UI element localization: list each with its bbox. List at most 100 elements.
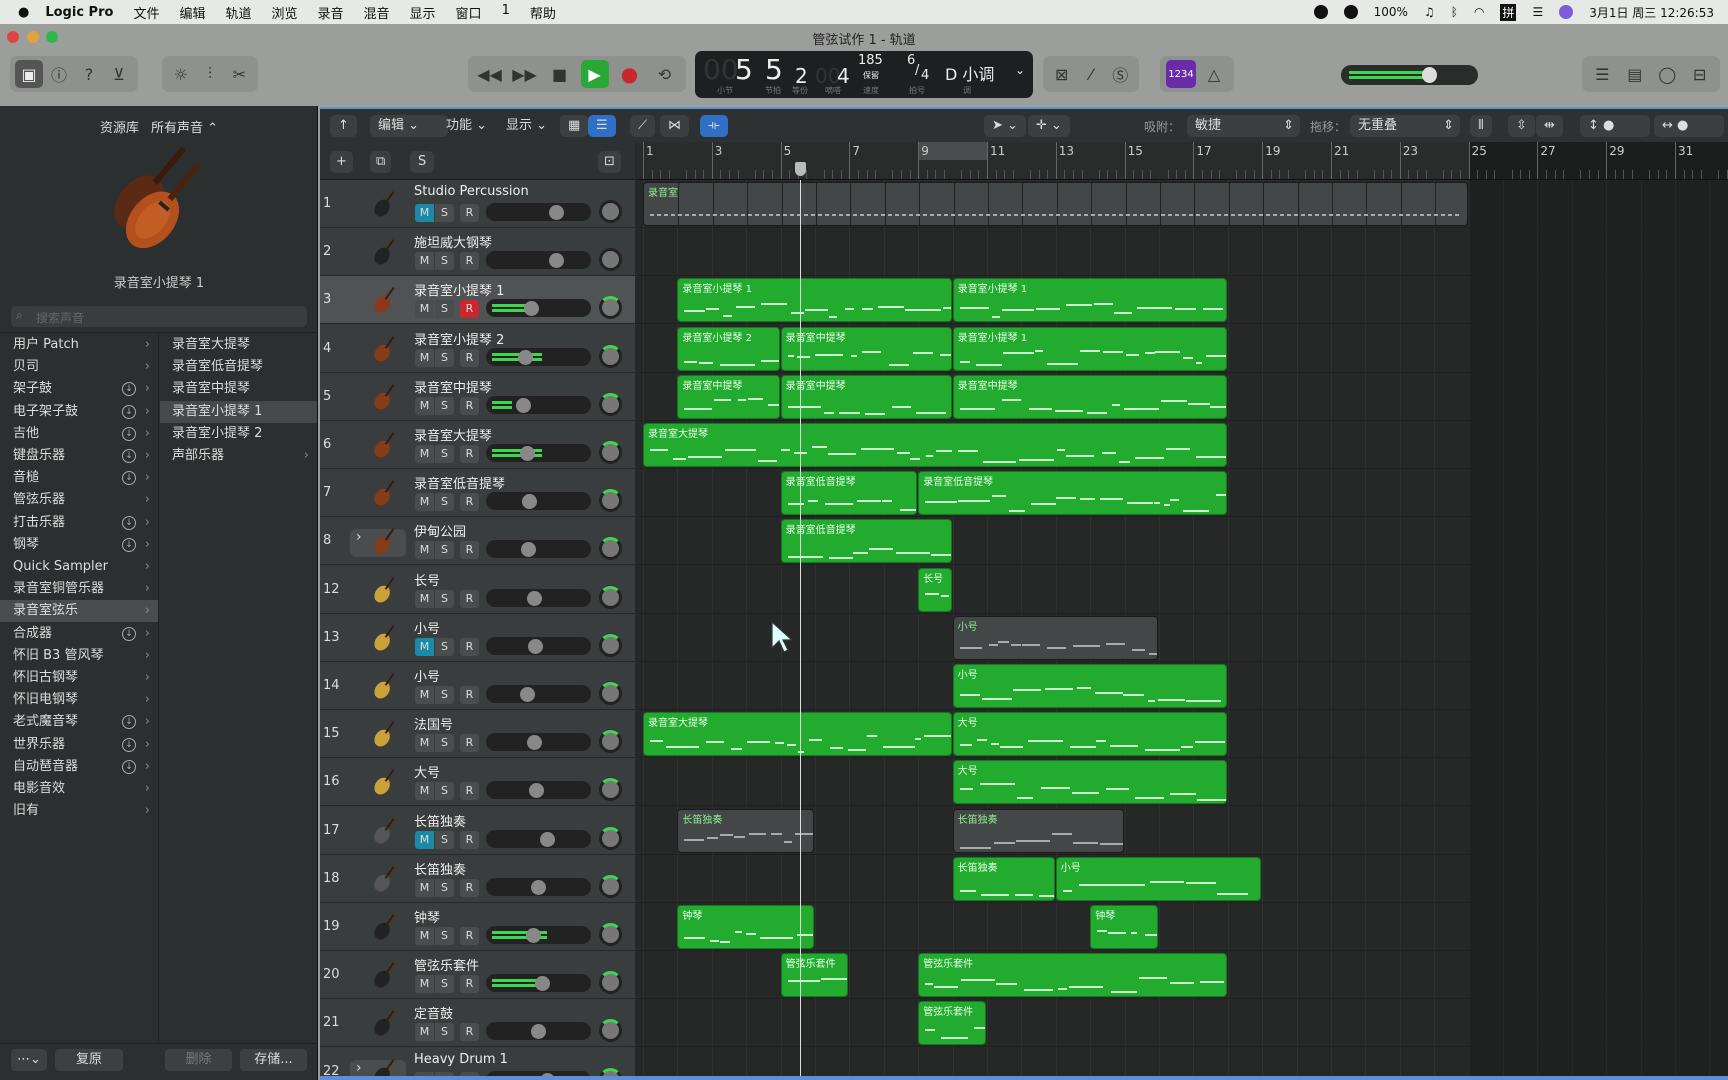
volume-fader-knob[interactable] — [549, 205, 564, 220]
master-volume-slider[interactable] — [1341, 65, 1478, 85]
pan-knob[interactable] — [599, 585, 622, 609]
solo-button[interactable]: S — [435, 445, 454, 463]
pan-knob[interactable] — [599, 1019, 622, 1043]
solo-button[interactable]: S — [435, 878, 454, 897]
pan-knob[interactable] — [599, 923, 622, 946]
solo-button[interactable]: S — [435, 300, 454, 319]
record-enable-button[interactable]: R — [460, 589, 479, 608]
library-category[interactable]: 管弦乐器 › — [0, 489, 158, 511]
midi-region[interactable]: 长笛独奏 — [677, 808, 814, 853]
delete-button[interactable]: 删除 — [165, 1049, 232, 1071]
quick-help-button[interactable]: ? — [75, 60, 103, 88]
midi-region[interactable]: 大号 — [952, 760, 1227, 805]
count-in-button[interactable]: 1234 — [1166, 60, 1196, 88]
wifi-icon[interactable]: ◠ — [1474, 5, 1484, 19]
control-center-icon[interactable]: ☰ — [1532, 5, 1543, 19]
editors-icon[interactable]: ✂ — [225, 60, 253, 88]
menu-item[interactable]: 帮助 — [530, 3, 556, 22]
track-header[interactable]: 3 录音室小提琴 1MSR — [320, 276, 635, 325]
volume-fader[interactable] — [486, 299, 591, 318]
pan-knob[interactable] — [599, 441, 622, 464]
mute-button[interactable]: M — [415, 204, 434, 222]
play-button[interactable]: ▶ — [580, 60, 609, 88]
menu-item[interactable]: 录音 — [318, 3, 344, 22]
track-lane[interactable] — [637, 1048, 1728, 1078]
list-view-icon[interactable]: ☰ — [588, 115, 616, 137]
horizontal-zoom-slider[interactable]: ↔ ● — [1654, 115, 1724, 137]
library-category[interactable]: 老式魔音琴 ↓ › — [0, 711, 158, 733]
vertical-zoom-slider[interactable]: ↕ ● — [1580, 115, 1650, 137]
record-enable-button[interactable]: R — [460, 975, 479, 994]
library-category[interactable]: 架子鼓 ↓ › — [0, 378, 158, 400]
tuner-icon[interactable]: ⁄ — [1077, 60, 1105, 88]
track-name[interactable]: 小号 — [414, 618, 440, 637]
mixer-icon[interactable]: ⫶ — [196, 60, 224, 88]
track-lane[interactable]: 录音室大提琴 — [637, 421, 1728, 469]
library-category[interactable]: 钢琴 ↓ › — [0, 534, 158, 556]
library-category[interactable]: 录音室铜管乐器 › — [0, 578, 158, 600]
record-enable-button[interactable]: R — [460, 782, 479, 801]
solo-button[interactable]: S — [435, 204, 454, 222]
solo-button[interactable]: S — [435, 637, 454, 656]
library-category[interactable]: 录音室弦乐 › — [0, 600, 158, 623]
midi-region[interactable]: 录音室中提琴 — [677, 374, 780, 419]
library-category[interactable]: 音槌 ↓ › — [0, 467, 158, 489]
library-category[interactable]: 用户 Patch › — [0, 334, 158, 356]
library-patch[interactable]: 声部乐器 › — [160, 445, 317, 467]
track-name[interactable]: 长笛独奏 — [414, 811, 466, 830]
record-enable-button[interactable]: R — [460, 686, 479, 704]
library-category[interactable]: 电影音效 › — [0, 778, 158, 800]
volume-fader[interactable] — [486, 877, 591, 896]
track-name[interactable]: 录音室低音提琴 — [414, 473, 505, 492]
record-enable-button[interactable]: R — [460, 637, 479, 656]
volume-fader[interactable] — [486, 1022, 591, 1041]
track-header[interactable]: 2 施坦威大钢琴 M S R — [320, 228, 635, 277]
download-icon[interactable]: ↓ — [122, 715, 136, 730]
notification-icon[interactable] — [1343, 5, 1358, 19]
volume-fader-knob[interactable] — [526, 590, 542, 606]
solo-button[interactable]: S — [435, 589, 454, 608]
library-category[interactable]: 吉他 ↓ › — [0, 423, 158, 445]
solo-button[interactable]: S — [435, 734, 454, 753]
toolbar-button[interactable]: ⊻ — [105, 60, 133, 88]
back-arrow-icon[interactable]: ↑ — [330, 115, 357, 137]
pan-knob[interactable] — [599, 344, 622, 368]
track-lane[interactable]: 管弦乐套件 — [637, 999, 1728, 1048]
lcd-chevron-down-icon[interactable]: ⌄ — [1015, 63, 1025, 77]
track-lane[interactable]: 小号 — [637, 614, 1728, 662]
search-input[interactable]: ⌕ 搜索声音 — [11, 306, 307, 327]
volume-fader[interactable] — [486, 203, 591, 221]
bluetooth-icon[interactable]: ᛒ — [1451, 5, 1458, 19]
track-lane[interactable]: 录音室 — [637, 180, 1728, 228]
menu-item[interactable]: 1 — [502, 3, 510, 22]
midi-region[interactable]: 钟琴 — [677, 905, 814, 949]
download-icon[interactable]: ↓ — [122, 471, 136, 486]
download-icon[interactable]: ↓ — [122, 626, 136, 641]
menu-item[interactable]: 文件 — [133, 3, 159, 22]
volume-fader-knob[interactable] — [529, 783, 545, 799]
solo-button[interactable]: S — [435, 686, 454, 704]
track-header[interactable]: 18 长笛独奏 M S R — [320, 854, 635, 903]
midi-region[interactable]: 录音室中提琴 — [780, 374, 952, 419]
solo-mode-icon[interactable]: Ⓢ — [1106, 60, 1134, 88]
record-enable-button[interactable]: R — [460, 878, 479, 897]
library-category[interactable]: 怀旧古钢琴 › — [0, 667, 158, 689]
pan-knob[interactable] — [599, 296, 622, 320]
library-patch[interactable]: 录音室小提琴 1 — [160, 400, 317, 423]
library-category[interactable]: 打击乐器 ↓ › — [0, 512, 158, 534]
track-name[interactable]: 大号 — [414, 762, 440, 781]
record-enable-button[interactable]: R — [460, 348, 479, 367]
volume-fader-knob[interactable] — [540, 831, 555, 847]
midi-region[interactable]: 长笛独奏 — [952, 856, 1055, 901]
solo-button[interactable]: S — [435, 830, 454, 849]
volume-fader[interactable] — [486, 347, 591, 366]
pan-knob[interactable] — [599, 730, 622, 754]
solo-button[interactable]: S — [435, 927, 454, 945]
download-icon[interactable]: ↓ — [122, 449, 136, 463]
volume-fader-knob[interactable] — [523, 301, 539, 317]
solo-button[interactable]: S — [435, 493, 454, 512]
menu-item[interactable]: 窗口 — [456, 3, 482, 22]
volume-fader[interactable] — [486, 685, 591, 703]
track-name[interactable]: 小号 — [414, 666, 440, 685]
midi-region[interactable]: 录音室低音提琴 — [918, 471, 1227, 516]
